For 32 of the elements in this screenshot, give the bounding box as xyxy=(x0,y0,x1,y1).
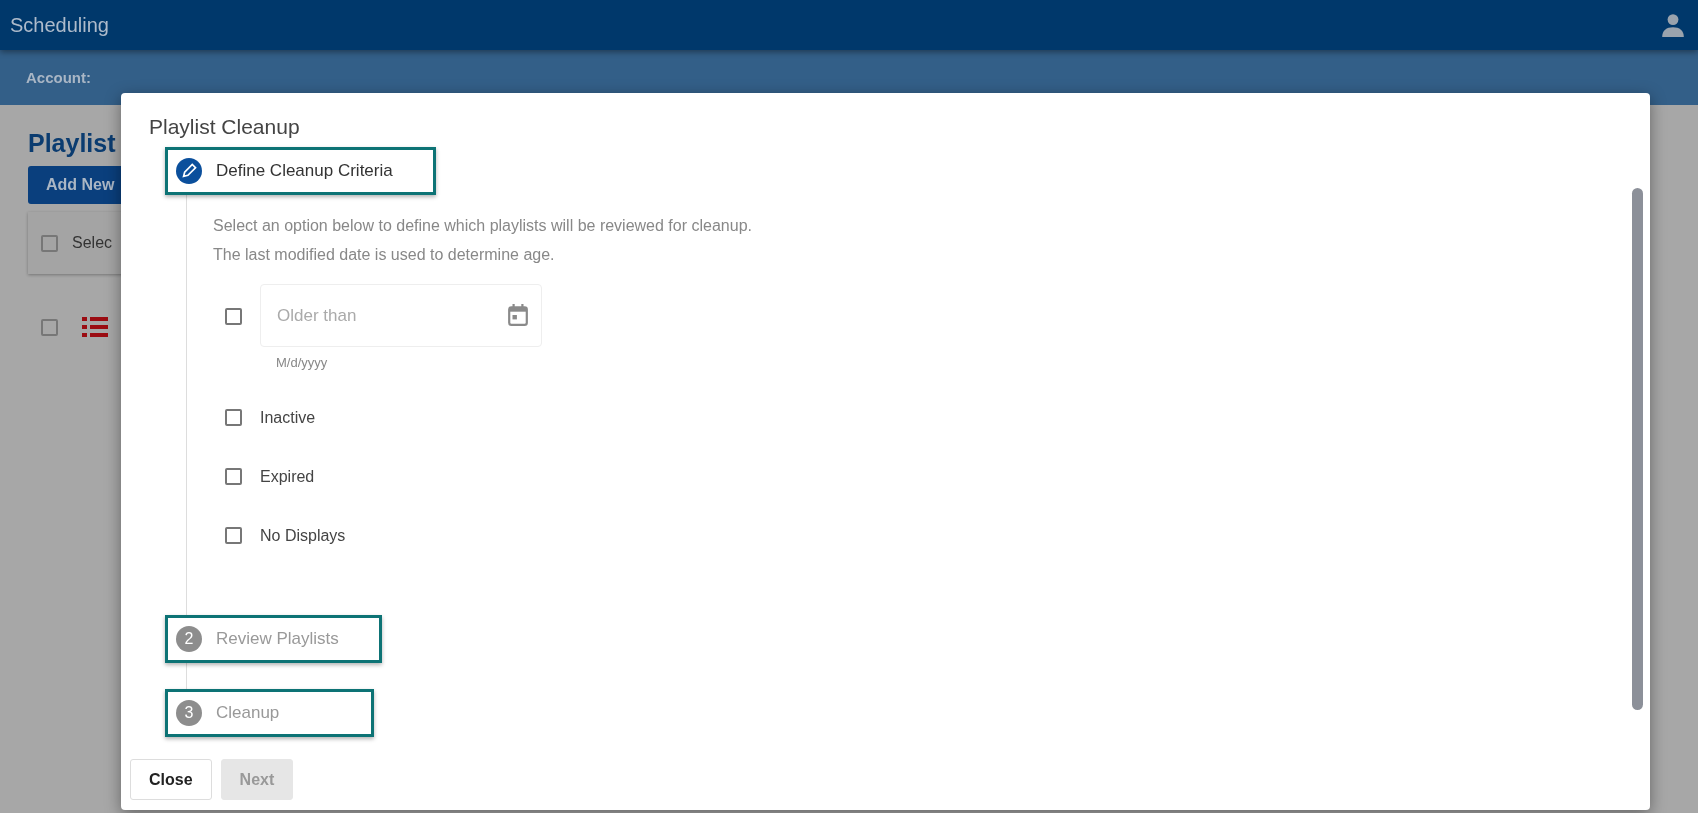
option-label: Inactive xyxy=(260,408,316,427)
date-field[interactable]: Older than xyxy=(260,284,542,347)
list-icon xyxy=(82,316,108,338)
description-text: Select an option below to define which playlists will be reviewed for cleanup. xyxy=(213,217,753,235)
app-title: Scheduling xyxy=(10,13,109,37)
scrollbar[interactable] xyxy=(1632,188,1643,710)
step-number: 3 xyxy=(176,700,202,726)
dialog-title: Playlist Cleanup xyxy=(149,115,301,139)
option-label: No Displays xyxy=(260,526,346,545)
checkbox[interactable] xyxy=(225,409,242,426)
description-text: The last modified date is used to determine age. xyxy=(213,246,556,264)
step-label: Define Cleanup Criteria xyxy=(216,161,393,181)
option-label: Expired xyxy=(260,467,315,486)
select-label: Selec xyxy=(72,234,113,252)
account-label: Account: xyxy=(26,69,91,86)
checkbox[interactable] xyxy=(225,308,242,325)
user-icon[interactable] xyxy=(1660,11,1686,39)
step-number: 2 xyxy=(176,626,202,652)
page-heading: Playlist xyxy=(28,129,116,158)
checkbox[interactable] xyxy=(225,468,242,485)
step-label: Cleanup xyxy=(216,703,280,723)
step-label: Review Playlists xyxy=(216,629,339,649)
highlighted-step[interactable]: 3 Cleanup xyxy=(165,689,374,737)
highlighted-step[interactable]: Define Cleanup Criteria xyxy=(165,147,436,195)
highlighted-step[interactable]: 2 Review Playlists xyxy=(165,615,382,663)
date-format-hint: M/d/yyyy xyxy=(276,355,329,370)
checkbox[interactable] xyxy=(41,318,58,336)
checkbox[interactable] xyxy=(41,234,58,252)
calendar-icon[interactable] xyxy=(508,304,528,326)
checkbox[interactable] xyxy=(225,527,242,544)
pencil-icon xyxy=(176,158,202,184)
close-button[interactable]: Close xyxy=(130,759,212,800)
